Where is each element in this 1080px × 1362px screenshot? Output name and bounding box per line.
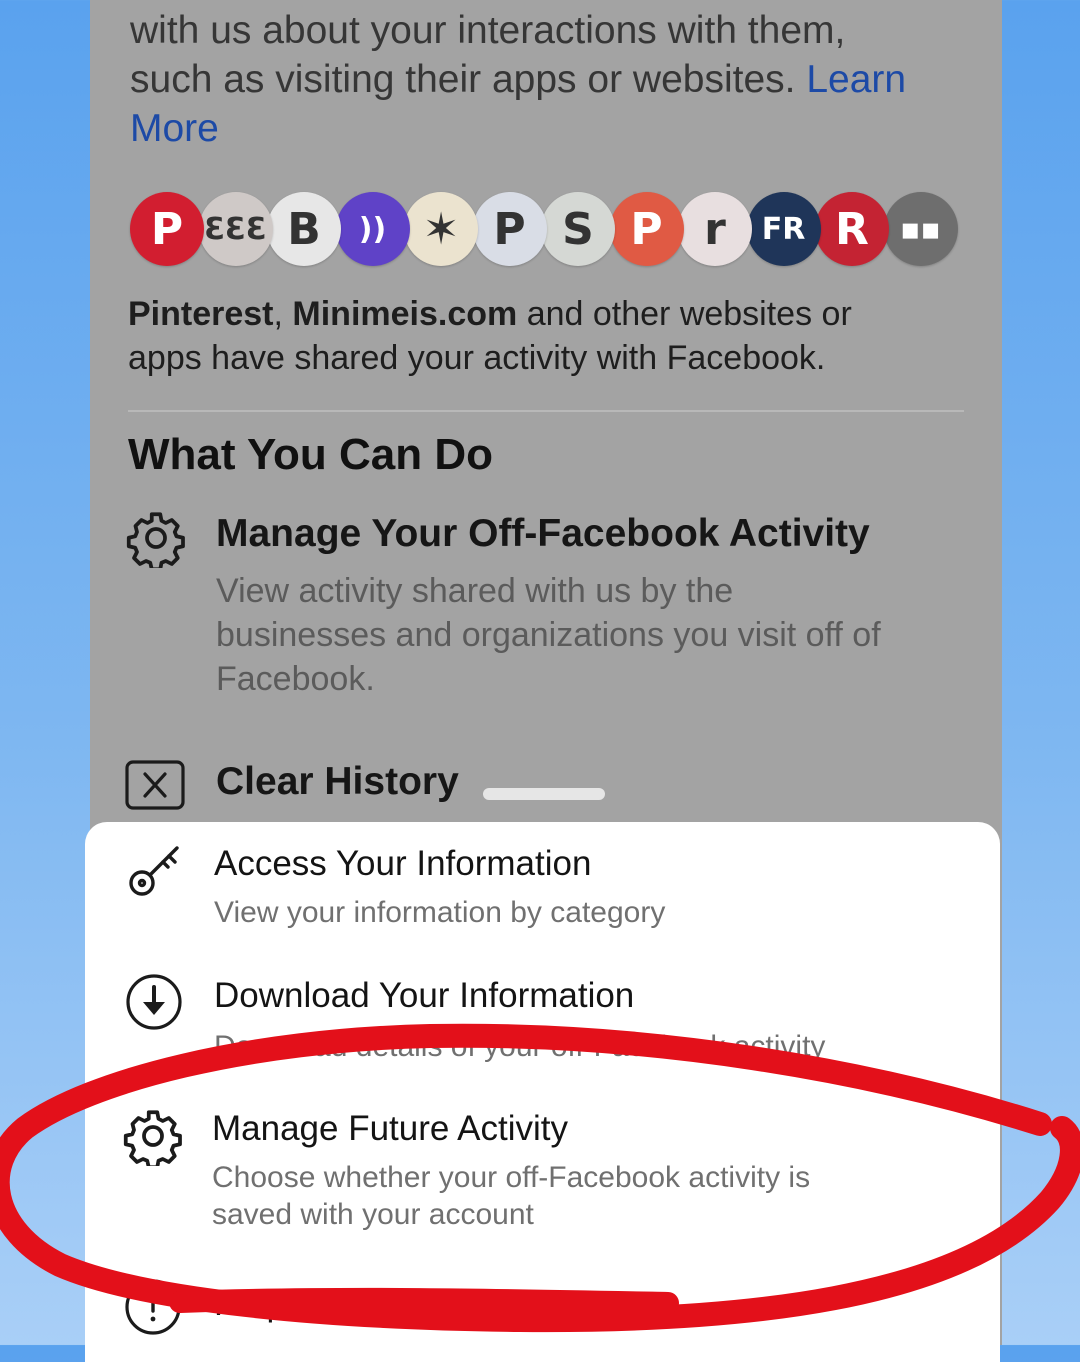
- key-icon: [129, 846, 179, 896]
- logo-paypal: P: [472, 192, 547, 266]
- logo-fr: FR: [746, 192, 821, 266]
- shared-activity-text: Pinterest, Minimeis.com and other websit…: [128, 295, 852, 377]
- learn-more-link-cont[interactable]: More: [130, 104, 980, 153]
- help-circle-icon: [125, 1279, 181, 1335]
- logo-patreon: P: [609, 192, 684, 266]
- section-title: What You Can Do: [128, 430, 494, 479]
- gear-icon: [123, 1110, 182, 1166]
- bottom-sheet: Access Your Information View your inform…: [85, 822, 1000, 1362]
- logo-minimeis: ƐƐƐ: [198, 192, 273, 266]
- access-info-desc: View your information by category: [214, 896, 666, 929]
- download-info-title[interactable]: Download Your Information: [214, 976, 634, 1016]
- divider: [128, 410, 964, 412]
- app-logos-row: P ƐƐƐ B)) ✶ P S Pr FR R ▪▪: [130, 192, 970, 278]
- close-box-icon[interactable]: [125, 760, 185, 810]
- logo-realtor: r: [678, 192, 752, 266]
- download-circle-icon: [126, 974, 182, 1030]
- logo-podcast: )): [335, 192, 410, 266]
- clear-history-title[interactable]: Clear History: [216, 760, 459, 804]
- logo-shopify: S: [541, 192, 615, 266]
- manage-future-activity-desc: Choose whether your off-Facebook activit…: [212, 1161, 811, 1231]
- learn-more-link[interactable]: Learn: [806, 58, 906, 101]
- logo-spark: ✶: [404, 192, 478, 266]
- help-title[interactable]: Help: [214, 1284, 286, 1324]
- sheet-grabber[interactable]: [483, 788, 605, 800]
- logo-microsoft: ▪▪: [883, 192, 958, 266]
- manage-offfb-activity-desc: View activity shared with us by the busi…: [216, 572, 881, 698]
- download-info-desc: Download details of your off-Facebook ac…: [214, 1030, 826, 1063]
- manage-offfb-activity-title[interactable]: Manage Your Off-Facebook Activity: [216, 512, 870, 556]
- gear-icon[interactable]: [126, 508, 186, 568]
- logo-r-red: R: [815, 192, 889, 266]
- manage-future-activity-title[interactable]: Manage Future Activity: [212, 1109, 568, 1149]
- logo-b-circle: B: [267, 192, 341, 266]
- intro-text: with us about your interactions with the…: [130, 6, 980, 153]
- access-info-title[interactable]: Access Your Information: [214, 844, 591, 884]
- logo-pinterest: P: [130, 192, 204, 266]
